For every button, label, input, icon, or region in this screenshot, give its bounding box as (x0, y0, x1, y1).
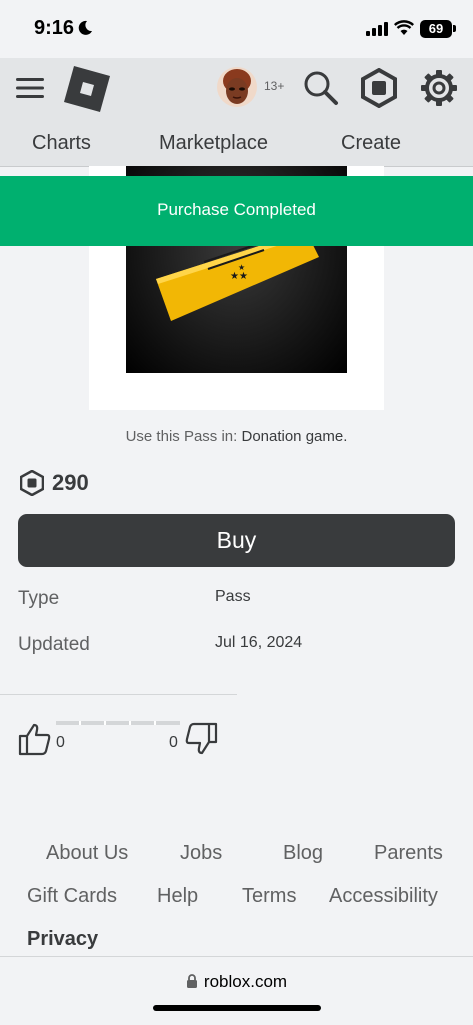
svg-text:★★: ★★ (230, 271, 248, 282)
thumbs-up-icon[interactable] (18, 722, 52, 756)
downvote-count: 0 (169, 734, 178, 751)
buy-button[interactable]: Buy (18, 514, 455, 567)
detail-value-type: Pass (215, 588, 251, 605)
battery-indicator: 69 (420, 20, 452, 38)
vote-bar-tick (104, 721, 106, 725)
top-header: 13+ (0, 58, 473, 120)
footer-link-parents[interactable]: Parents (374, 842, 443, 865)
detail-label-updated: Updated (18, 634, 90, 655)
status-time: 9:16 (34, 17, 75, 39)
footer-link-blog[interactable]: Blog (283, 842, 323, 865)
vote-bar-tick (129, 721, 131, 725)
use-pass-line: Use this Pass in: Donation game. (0, 428, 473, 445)
tab-create[interactable]: Create (341, 132, 401, 155)
use-pass-prefix: Use this Pass in: (125, 428, 242, 445)
footer-link-jobs[interactable]: Jobs (180, 842, 222, 865)
search-icon[interactable] (302, 69, 340, 107)
lock-icon (186, 974, 197, 988)
vote-bar-tick (154, 721, 156, 725)
robux-icon[interactable] (360, 68, 398, 108)
svg-text:★: ★ (238, 263, 245, 272)
tab-marketplace[interactable]: Marketplace (159, 132, 268, 155)
game-link[interactable]: Donation game. (241, 428, 347, 445)
robux-price-icon (20, 470, 44, 496)
age-badge: 13+ (264, 79, 285, 93)
purchase-toast: Purchase Completed (0, 176, 473, 246)
wifi-icon (394, 20, 414, 35)
tab-charts[interactable]: Charts (32, 132, 91, 155)
divider (0, 694, 237, 695)
footer-link-accessibility[interactable]: Accessibility (329, 885, 438, 908)
vote-bar (56, 721, 180, 725)
cellular-signal-icon (366, 22, 388, 36)
item-price: 290 (52, 470, 89, 495)
battery-tip (453, 25, 456, 32)
detail-label-type: Type (18, 588, 60, 609)
roblox-logo-icon[interactable] (64, 66, 110, 112)
hamburger-menu-icon[interactable] (16, 77, 44, 99)
home-indicator[interactable] (153, 1005, 321, 1011)
upvote-count: 0 (56, 734, 65, 751)
footer-link-gift-cards[interactable]: Gift Cards (27, 885, 117, 908)
avatar-face-icon (223, 69, 251, 104)
footer-link-privacy[interactable]: Privacy (27, 928, 98, 951)
avatar[interactable] (217, 67, 257, 107)
detail-value-updated: Jul 16, 2024 (215, 634, 303, 651)
thumbs-down-icon[interactable] (184, 722, 218, 756)
moon-icon (78, 20, 92, 35)
url-text: roblox.com (203, 972, 288, 991)
nav-tabs: Charts Marketplace Create (0, 120, 473, 167)
footer-link-terms[interactable]: Terms (242, 885, 296, 908)
footer-link-about-us[interactable]: About Us (46, 842, 128, 865)
settings-gear-icon[interactable] (420, 69, 458, 107)
footer-link-help[interactable]: Help (157, 885, 198, 908)
url-display[interactable]: roblox.com (0, 972, 473, 992)
vote-bar-tick (79, 721, 81, 725)
